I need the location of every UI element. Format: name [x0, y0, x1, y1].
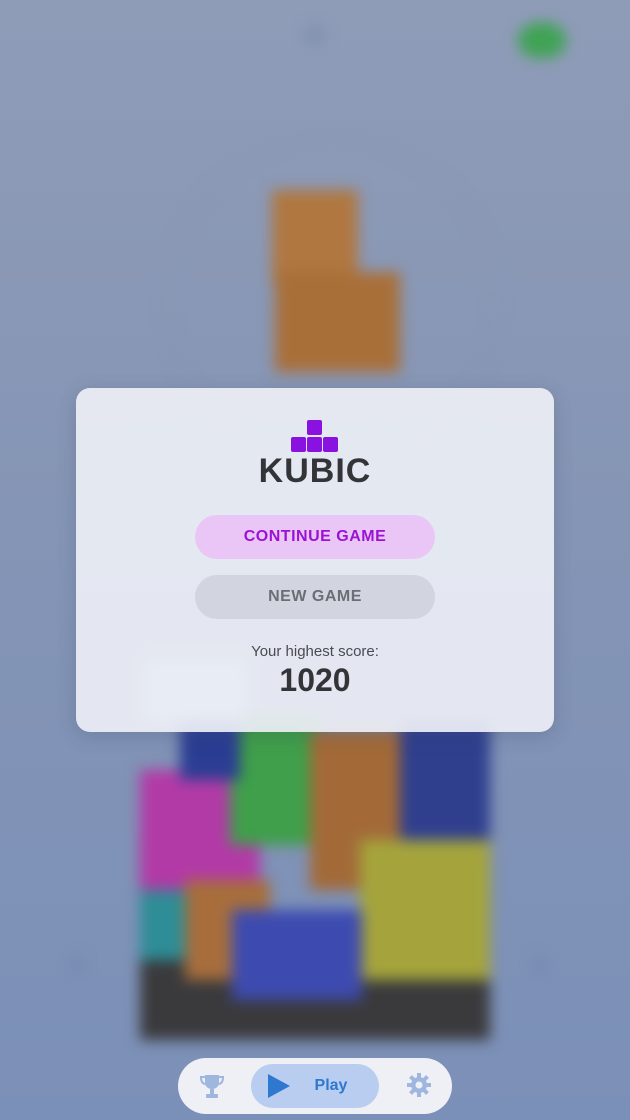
trophy-icon[interactable]	[198, 1072, 226, 1100]
game-title: KUBIC	[258, 452, 372, 490]
play-label[interactable]: Play	[300, 1074, 362, 1098]
rotate-left-icon: ‹	[68, 935, 88, 991]
status-indicator	[305, 25, 325, 45]
highest-score-label: Your highest score:	[251, 643, 379, 660]
gem-icon	[518, 22, 566, 58]
continue-game-button[interactable]: CONTINUE GAME	[195, 515, 435, 559]
new-game-button[interactable]: NEW GAME	[195, 575, 435, 619]
gear-icon[interactable]	[406, 1072, 432, 1098]
highest-score-value: 1020	[279, 662, 351, 698]
kubic-logo-icon	[291, 420, 339, 452]
play-icon[interactable]	[268, 1074, 290, 1098]
rotate-right-icon: ›	[530, 935, 550, 991]
